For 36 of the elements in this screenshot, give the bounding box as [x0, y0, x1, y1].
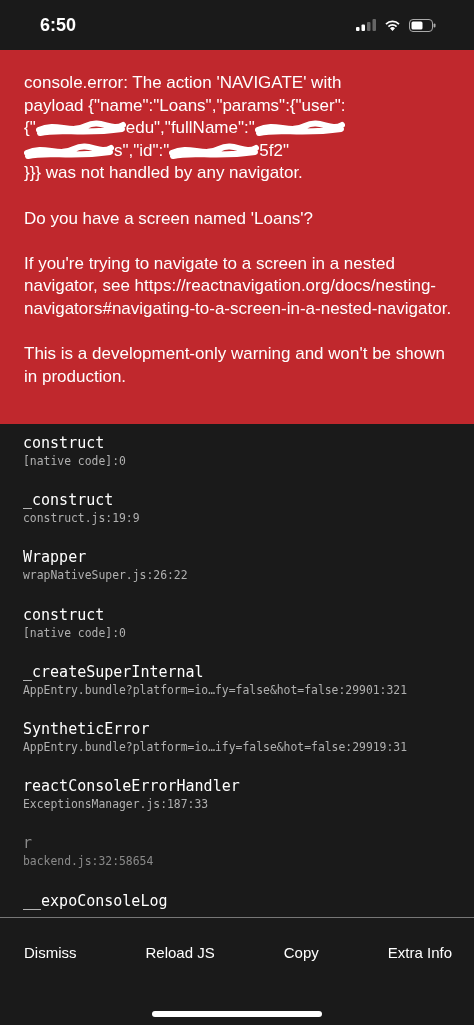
- error-text: console.error: The action 'NAVIGATE' with: [24, 72, 342, 94]
- stack-frame-method[interactable]: construct: [23, 604, 450, 625]
- stack-frame-method[interactable]: construct: [23, 433, 450, 453]
- footer-button[interactable]: Reload JS: [141, 934, 219, 973]
- status-time: 6:50: [40, 13, 77, 37]
- stack-frame-method[interactable]: r: [23, 833, 450, 854]
- error-message: If you're trying to navigate to a screen in a nested navigator, see https://reactnavigation.org/docs/nesting-navigators#navigating-to-a-screen-in-a-nested-navigator.: [24, 252, 453, 320]
- error-message: Do you have a screen named 'Loans'?: [24, 207, 315, 230]
- stack-frame-location: ExceptionsManager.js:187:33: [23, 796, 210, 813]
- error-text: 5f2": [259, 139, 289, 162]
- stack-frame-location: [native code]:0: [23, 453, 127, 469]
- error-text: s","id":": [114, 139, 170, 162]
- stack-frame-location: AppEntry.bundle?platform=io…fy=false&hot=false:29901:321: [23, 681, 409, 698]
- footer-button[interactable]: Extra Info: [383, 934, 456, 973]
- stack-frame-method[interactable]: __expoConsoleLog: [23, 890, 450, 911]
- stack-frame-location: [native code]:0: [23, 624, 127, 641]
- footer-button[interactable]: Dismiss: [20, 934, 81, 973]
- stack-frame-method[interactable]: _construct: [23, 490, 450, 511]
- footer-button[interactable]: Copy: [279, 934, 323, 973]
- wifi-icon: [384, 19, 401, 31]
- stack-frame-location: construct.js:19:9: [23, 510, 141, 527]
- stack-frame-location: wrapNativeSuper.js:26:22: [23, 567, 189, 584]
- stack-frame-method[interactable]: Wrapper: [23, 547, 450, 568]
- error-text: edu","fullName":": [125, 117, 255, 140]
- stack-frame-method[interactable]: reactConsoleErrorHandler: [23, 776, 450, 797]
- stack-frame-location: backend.js:32:58654: [23, 853, 155, 870]
- error-text: {": [24, 117, 36, 140]
- battery-icon: [409, 18, 436, 32]
- error-message: This is a development-only warning and won't be shown in production.: [24, 343, 446, 388]
- stack-frame-location: AppEntry.bundle?platform=io…ify=false&hot=false:29919:31: [23, 738, 409, 755]
- home-indicator[interactable]: [152, 1010, 322, 1017]
- stack-frame-method[interactable]: SyntheticError: [23, 718, 450, 739]
- signal-icon: [356, 19, 376, 31]
- error-text: payload {"name":"Loans","params":{"user":: [24, 94, 346, 117]
- stack-frame-method[interactable]: _createSuperInternal: [23, 661, 450, 682]
- error-text: }}} was not handled by any navigator.: [24, 162, 303, 185]
